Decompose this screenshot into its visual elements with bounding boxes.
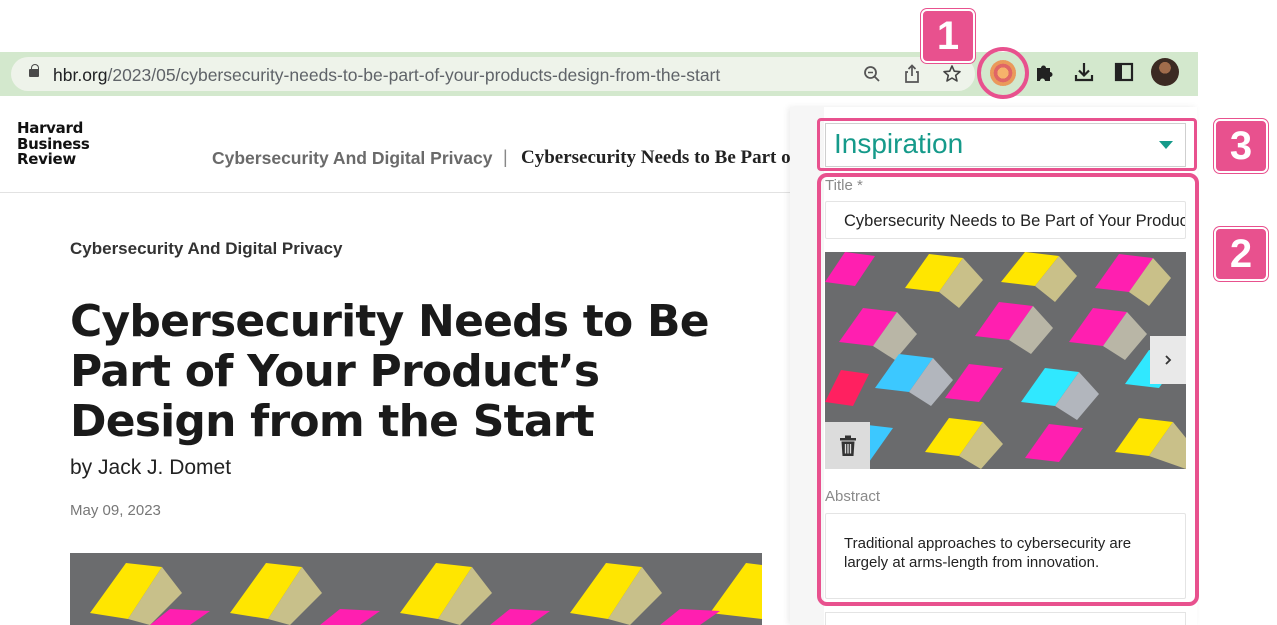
lock-icon[interactable] [29, 64, 39, 77]
article-topic-link[interactable]: Cybersecurity And Digital Privacy [70, 239, 342, 259]
nav-article-title: Cybersecurity Needs to Be Part of Your P… [521, 147, 791, 168]
download-icon[interactable] [1070, 58, 1098, 86]
bookmark-star-icon[interactable] [940, 62, 964, 86]
logo-line-3: Review [17, 150, 76, 168]
article-hero-image [70, 553, 762, 625]
side-panel-icon[interactable] [1110, 58, 1138, 86]
nav-section-link[interactable]: Cybersecurity And Digital Privacy [212, 148, 492, 169]
next-field-box[interactable] [825, 612, 1186, 625]
address-bar[interactable]: hbr.org/2023/05/cybersecurity-needs-to-b… [11, 57, 975, 91]
url-path: /2023/05/cybersecurity-needs-to-be-part-… [107, 65, 721, 85]
share-icon[interactable] [900, 62, 924, 86]
callout-badge-2: 2 [1214, 227, 1268, 281]
nav-separator: | [503, 147, 508, 167]
article-headline: Cybersecurity Needs to Be Part of Your P… [70, 296, 710, 447]
url-text[interactable]: hbr.org/2023/05/cybersecurity-needs-to-b… [53, 65, 720, 86]
url-host: hbr.org [53, 65, 108, 85]
callout-badge-3: 3 [1214, 119, 1268, 173]
article-byline: by Jack J. Domet [70, 456, 232, 479]
laptop-pattern-hero [70, 553, 762, 625]
article-date: May 09, 2023 [70, 502, 161, 519]
callout-highlight-3 [817, 118, 1197, 171]
zoom-icon[interactable] [860, 62, 884, 86]
callout-highlight-2 [817, 173, 1199, 606]
header-divider [0, 192, 790, 193]
callout-circle-highlight [977, 47, 1029, 99]
puzzle-extensions-icon[interactable] [1030, 58, 1058, 86]
callout-badge-1: 1 [921, 9, 975, 63]
hbr-logo[interactable]: Harvard Business Review [17, 120, 90, 168]
profile-avatar[interactable] [1151, 58, 1179, 86]
